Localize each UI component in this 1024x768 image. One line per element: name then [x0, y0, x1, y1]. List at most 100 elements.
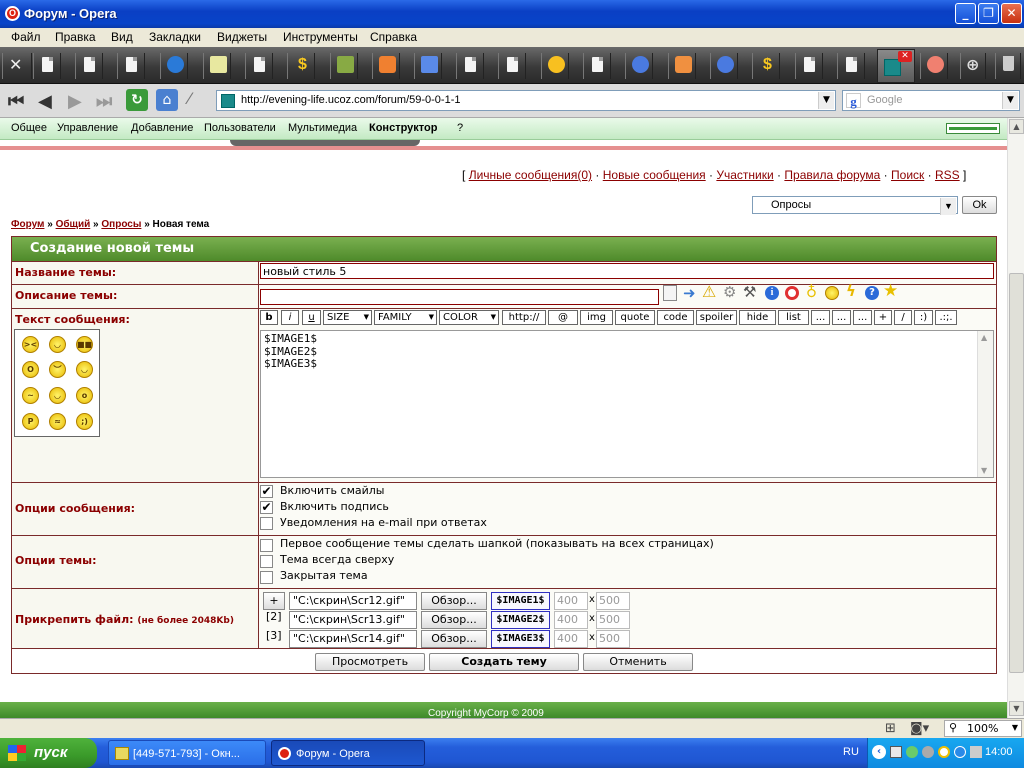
warning-icon[interactable]: ⚠	[702, 282, 716, 301]
bbcode-bold-button[interactable]: b	[260, 310, 278, 325]
tab-page[interactable]	[668, 53, 696, 79]
ucoz-menu-general[interactable]: Общее	[11, 122, 47, 134]
tray-app-icon[interactable]	[922, 746, 934, 758]
tab-page[interactable]	[75, 53, 103, 79]
scroll-down-icon[interactable]: ▼	[981, 466, 987, 475]
hammer-icon[interactable]: ⚒	[743, 283, 756, 301]
forum-jump-select[interactable]: Опросы ▼	[752, 196, 958, 215]
tab-page[interactable]	[245, 53, 273, 79]
tab-page[interactable]: $	[752, 53, 780, 79]
fast-forward-icon[interactable]: ⏭	[96, 91, 112, 112]
bbcode-more-button[interactable]: ...	[811, 310, 830, 325]
link-forum-rules[interactable]: Правила форума	[784, 168, 880, 182]
tongue-smiley-icon[interactable]: P	[22, 413, 39, 430]
lifebuoy-icon[interactable]	[785, 286, 799, 300]
tab-page[interactable]	[920, 53, 948, 79]
create-topic-button[interactable]: Создать тему	[429, 653, 579, 671]
bbcode-email-button[interactable]: @	[548, 310, 578, 325]
menu-widgets[interactable]: Виджеты	[217, 30, 267, 44]
sticky-topic-checkbox[interactable]	[260, 555, 273, 568]
ucoz-menu-multimedia[interactable]: Мультимедиа	[288, 122, 357, 134]
tab-page[interactable]	[117, 53, 145, 79]
enable-smilies-checkbox[interactable]: ✔	[260, 485, 273, 498]
smile-smiley-icon[interactable]: ◡	[76, 361, 93, 378]
close-button[interactable]: ✕	[1001, 3, 1022, 24]
address-bar[interactable]: http://evening-life.ucoz.com/forum/59-0-…	[216, 90, 836, 111]
rewind-icon[interactable]: ⏮	[8, 91, 24, 112]
tools-icon[interactable]: ✕	[2, 53, 32, 79]
maximize-button[interactable]: ❐	[978, 3, 999, 24]
attachment-tag-3[interactable]: $IMAGE3$	[491, 630, 550, 648]
happy-smiley-icon[interactable]: ◡	[49, 387, 66, 404]
volume-icon[interactable]	[970, 746, 982, 758]
tab-page[interactable]	[33, 53, 61, 79]
tab-page[interactable]	[203, 53, 231, 79]
browse-button-3[interactable]: Обзор...	[421, 630, 487, 648]
preview-button[interactable]: Просмотреть	[315, 653, 425, 671]
trash-icon[interactable]	[995, 53, 1021, 79]
sad-smiley-icon[interactable]: ︶	[49, 361, 66, 378]
tab-page[interactable]	[372, 53, 400, 79]
address-dropdown-icon[interactable]: ▼	[818, 92, 834, 109]
menu-help[interactable]: Справка	[370, 30, 417, 44]
forum-jump-ok-button[interactable]: Ok	[962, 196, 997, 214]
bbcode-family-select[interactable]: FAMILY ▼	[374, 310, 437, 325]
browse-button-2[interactable]: Обзор...	[421, 611, 487, 629]
surprised-smiley-icon[interactable]: o	[76, 387, 93, 404]
bbcode-italic-button[interactable]: i	[281, 310, 299, 325]
network-icon[interactable]	[890, 746, 902, 758]
minimize-button[interactable]: _	[955, 3, 976, 24]
tab-page[interactable]	[583, 53, 611, 79]
bbcode-list-button[interactable]: list	[778, 310, 809, 325]
camera-icon[interactable]: ◙▾	[910, 721, 929, 736]
help-icon[interactable]: ?	[865, 286, 879, 300]
tab-page[interactable]	[160, 53, 188, 79]
attachment-width-3[interactable]: 400	[554, 630, 588, 648]
angry-smiley-icon[interactable]: ><	[22, 336, 39, 353]
menu-bookmarks[interactable]: Закладки	[149, 30, 201, 44]
forward-icon[interactable]: ▶	[68, 91, 82, 112]
wand-icon[interactable]: ⁄	[188, 89, 191, 108]
bbcode-more-button[interactable]: ...	[832, 310, 851, 325]
tray-app-icon[interactable]	[906, 746, 918, 758]
forum-jump-dropdown-icon[interactable]: ▼	[940, 198, 956, 215]
new-tab-button[interactable]: ⊕	[960, 53, 986, 79]
search-box[interactable]: g Google ▼	[842, 90, 1020, 111]
tab-active[interactable]: ✕	[877, 49, 915, 83]
ucoz-menu-add[interactable]: Добавление	[131, 122, 193, 134]
attachment-height-2[interactable]: 500	[596, 611, 630, 629]
ucoz-menu-constructor[interactable]: Конструктор	[369, 122, 437, 134]
email-notify-checkbox[interactable]	[260, 517, 273, 530]
scroll-down-icon[interactable]: ▼	[1009, 701, 1024, 716]
link-private-messages[interactable]: Личные сообщения(0)	[469, 168, 592, 182]
bbcode-color-select[interactable]: COLOR ▼	[439, 310, 499, 325]
language-indicator[interactable]: RU	[843, 746, 859, 758]
tab-page[interactable]	[414, 53, 442, 79]
tray-app-icon[interactable]	[938, 746, 950, 758]
grin-smiley-icon[interactable]: ◡	[49, 336, 66, 353]
document-icon[interactable]	[663, 285, 677, 301]
bbcode-underline-button[interactable]: u	[302, 310, 321, 325]
bbcode-url-button[interactable]: http://	[502, 310, 546, 325]
taskbar-item-opera[interactable]: Форум - Opera	[271, 740, 425, 766]
breadcrumb-forum[interactable]: Форум	[11, 219, 44, 230]
tab-page[interactable]	[330, 53, 358, 79]
menu-view[interactable]: Вид	[111, 30, 133, 44]
gear-icon[interactable]: ⚙	[723, 283, 736, 301]
attachment-path-2[interactable]: "C:\скрин\Scr13.gif"	[289, 611, 417, 629]
info-icon[interactable]: i	[765, 286, 779, 300]
topic-title-input[interactable]: новый стиль 5	[260, 263, 994, 279]
cool-smiley-icon[interactable]: ■■	[76, 336, 93, 353]
attachment-height-3[interactable]: 500	[596, 630, 630, 648]
back-icon[interactable]: ◀	[38, 91, 52, 112]
attachment-width-2[interactable]: 400	[554, 611, 588, 629]
link-search[interactable]: Поиск	[891, 168, 924, 182]
tray-app-icon[interactable]	[954, 746, 966, 758]
confused-smiley-icon[interactable]: ≈	[49, 413, 66, 430]
taskbar-item-window[interactable]: [449-571-793] - Окн...	[108, 740, 266, 766]
panel-icon[interactable]: ⊞	[885, 721, 896, 736]
tab-page[interactable]: $	[287, 53, 315, 79]
scroll-up-icon[interactable]: ▲	[981, 333, 987, 342]
menu-edit[interactable]: Правка	[55, 30, 96, 44]
lightbulb-icon[interactable]: ♁	[806, 283, 817, 301]
